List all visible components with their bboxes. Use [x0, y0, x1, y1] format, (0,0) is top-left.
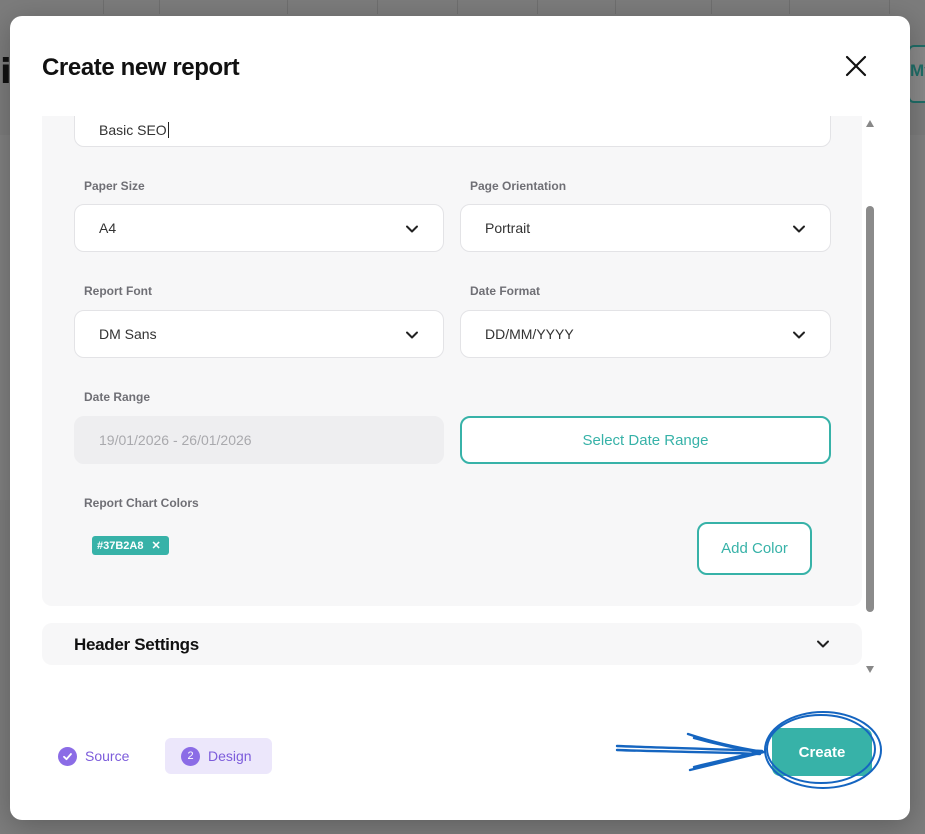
date-format-value: DD/MM/YYYY [485, 326, 574, 342]
background-grid-cell [378, 0, 458, 14]
scroll-up-arrow-icon[interactable] [866, 120, 874, 127]
step-design-label: Design [208, 748, 252, 764]
modal-scroll-area[interactable]: Basic SEO Paper Size A4 Page Orientation… [42, 116, 878, 678]
background-grid-cell [104, 0, 160, 14]
background-grid-cell [790, 0, 890, 14]
step-design[interactable]: 2 Design [165, 738, 272, 774]
chart-colors-label: Report Chart Colors [84, 496, 199, 510]
scrollbar-thumb[interactable] [866, 206, 874, 612]
report-font-select[interactable]: DM Sans [74, 310, 444, 358]
date-format-label: Date Format [470, 284, 541, 298]
report-font-label: Report Font [84, 284, 152, 298]
page-orientation-select[interactable]: Portrait [460, 204, 831, 252]
step-source-label: Source [85, 748, 130, 764]
step-number-badge: 2 [181, 746, 200, 766]
date-range-value: 19/01/2026 - 26/01/2026 [99, 432, 252, 448]
chevron-down-icon [406, 225, 418, 233]
report-name-input[interactable]: Basic SEO [74, 116, 831, 147]
header-settings-accordion[interactable]: Header Settings [42, 623, 862, 665]
paper-size-value: A4 [99, 220, 117, 236]
modal-title: Create new report [42, 54, 240, 81]
background-grid-cell [458, 0, 538, 14]
background-grid-cell [538, 0, 616, 14]
paper-size-select[interactable]: A4 [74, 204, 444, 252]
scroll-down-arrow-icon[interactable] [866, 666, 874, 673]
chevron-down-icon [817, 640, 829, 648]
chevron-down-icon [406, 331, 418, 339]
page-orientation-label: Page Orientation [470, 179, 567, 193]
background-grid-cell [0, 0, 104, 14]
check-icon [58, 746, 77, 766]
background-grid-cell [616, 0, 712, 14]
create-report-modal: Create new report Basic SEO Paper Size A… [10, 16, 910, 820]
background-grid-cell [712, 0, 790, 14]
page-orientation-value: Portrait [485, 220, 531, 236]
header-settings-title: Header Settings [74, 635, 199, 654]
report-font-value: DM Sans [99, 326, 157, 342]
background-grid-cell [160, 0, 288, 14]
color-chip[interactable]: #37B2A8 ✕ [92, 536, 169, 555]
chevron-down-icon [793, 331, 805, 339]
close-button[interactable] [842, 52, 870, 80]
create-button[interactable]: Create [772, 728, 872, 776]
select-date-range-button[interactable]: Select Date Range [460, 416, 831, 464]
date-range-label: Date Range [84, 390, 151, 404]
paper-size-label: Paper Size [84, 179, 145, 193]
report-name-value: Basic SEO [99, 121, 167, 138]
chevron-down-icon [793, 225, 805, 233]
design-settings-card: Basic SEO Paper Size A4 Page Orientation… [42, 116, 862, 606]
color-chip-value: #37B2A8 [97, 539, 144, 552]
date-format-select[interactable]: DD/MM/YYYY [460, 310, 831, 358]
add-color-button[interactable]: Add Color [697, 522, 812, 575]
remove-color-icon[interactable]: ✕ [151, 539, 160, 552]
background-tab-fragment: My [908, 45, 925, 103]
date-range-field: 19/01/2026 - 26/01/2026 [74, 416, 444, 464]
close-icon [845, 55, 867, 77]
step-source[interactable]: Source [58, 738, 129, 774]
background-grid-cell [288, 0, 378, 14]
text-caret [167, 121, 169, 138]
